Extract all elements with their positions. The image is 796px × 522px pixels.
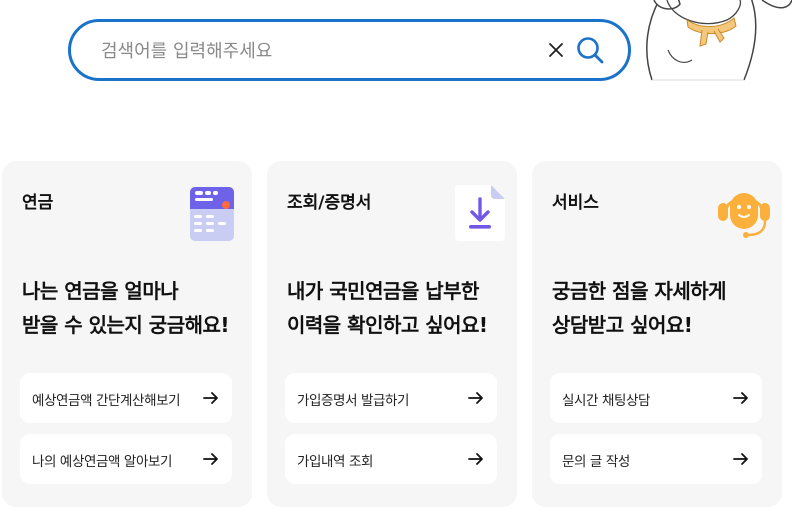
document-download-icon [455, 185, 505, 241]
search-icon[interactable] [575, 35, 605, 65]
arrow-right-icon [733, 392, 748, 404]
arrow-right-icon [203, 392, 218, 404]
link-button-live-chat[interactable]: 실시간 채팅상담 [550, 373, 762, 423]
search-input[interactable] [99, 34, 523, 68]
card-description: 나는 연금을 얼마나 받을 수 있는지 궁금해요! [22, 279, 230, 337]
card-description: 궁금한 점을 자세하게 상담받고 싶어요! [552, 279, 727, 337]
link-button-write-inquiry[interactable]: 문의 글 작성 [550, 434, 762, 484]
link-label: 실시간 채팅상담 [562, 393, 651, 409]
card-pension: 연금 나는 연금을 얼마나 받을 수 있는지 궁금해요! 예상연금액 간단계산해… [2, 161, 252, 507]
link-button-history-lookup[interactable]: 가입내역 조회 [285, 434, 497, 484]
card-description: 내가 국민연금을 납부한 이력을 확인하고 싶어요! [287, 279, 488, 337]
link-label: 문의 글 작성 [562, 454, 630, 470]
link-button-issue-certificate[interactable]: 가입증명서 발급하기 [285, 373, 497, 423]
card-service: 서비스 궁금한 점을 자세하게 상담받고 싶어요! 실시간 채팅상담 문의 글 … [532, 161, 782, 507]
link-label: 가입증명서 발급하기 [297, 393, 410, 409]
card-certificate: 조회/증명서 내가 국민연금을 납부한 이력을 확인하고 싶어요! 가입증명서 … [267, 161, 517, 507]
card-title: 연금 [22, 193, 54, 213]
arrow-right-icon [468, 453, 483, 465]
link-label: 예상연금액 간단계산해보기 [32, 393, 181, 409]
link-button-simple-calc[interactable]: 예상연금액 간단계산해보기 [20, 373, 232, 423]
search-box[interactable] [68, 19, 631, 81]
arrow-right-icon [203, 453, 218, 465]
arrow-right-icon [733, 453, 748, 465]
clear-icon[interactable] [545, 39, 567, 61]
arrow-right-icon [468, 392, 483, 404]
card-title: 서비스 [552, 193, 599, 213]
link-label: 나의 예상연금액 알아보기 [32, 454, 173, 470]
link-label: 가입내역 조회 [297, 454, 374, 470]
card-title: 조회/증명서 [287, 193, 372, 213]
mascot-illustration [646, 0, 792, 81]
pension-card-icon [190, 187, 234, 241]
link-button-my-pension[interactable]: 나의 예상연금액 알아보기 [20, 434, 232, 484]
headset-agent-icon [718, 193, 770, 238]
